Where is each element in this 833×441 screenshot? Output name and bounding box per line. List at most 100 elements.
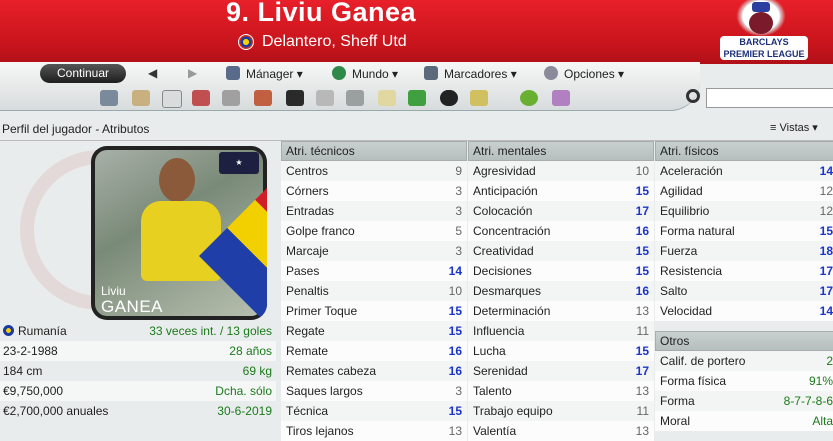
technical-attr-name: Técnica — [286, 404, 329, 418]
info-row-nation: Rumanía 33 veces int. / 13 goles — [0, 321, 276, 341]
staff-icon[interactable] — [346, 90, 364, 106]
home-icon[interactable] — [100, 90, 118, 106]
mental-header: Atri. mentales — [468, 141, 654, 161]
physical-attr-name: Velocidad — [660, 304, 713, 318]
notes-icon[interactable] — [378, 90, 396, 106]
mental-attr-value: 17 — [635, 204, 649, 218]
mental-attr-name: Serenidad — [473, 364, 528, 378]
other-attr-name: Calif. de portero — [660, 354, 746, 368]
caps-goals: 33 veces int. / 13 goles — [149, 324, 272, 338]
physical-attr-row: Salto 17 — [655, 281, 833, 301]
search-box — [686, 88, 833, 108]
technical-attr-name: Primer Toque — [286, 304, 358, 318]
technical-attr-value: 9 — [455, 164, 462, 178]
transfers-icon[interactable] — [254, 90, 272, 106]
weight: 69 kg — [242, 364, 272, 378]
other-attr-row: Forma 8-7-7-8-6 — [655, 391, 833, 411]
technical-attr-name: Centros — [286, 164, 329, 178]
technical-attr-name: Remates cabeza — [286, 364, 377, 378]
physical-attr-row: Resistencia 17 — [655, 261, 833, 281]
mental-attr-value: 15 — [635, 184, 649, 198]
physical-attr-value: 18 — [819, 244, 833, 258]
menu-bookmarks[interactable]: Marcadores ▾ — [424, 66, 517, 81]
pack-badge-icon: ★ — [219, 152, 259, 174]
back-arrow-icon[interactable]: ◀ — [148, 66, 157, 80]
menu-options[interactable]: Opciones ▾ — [544, 66, 624, 81]
mental-attr-name: Decisiones — [473, 264, 532, 278]
training-icon[interactable] — [408, 90, 426, 106]
physical-attr-name: Resistencia — [660, 264, 723, 278]
mental-attr-name: Determinación — [473, 304, 551, 318]
technical-attr-row: Centros 9 — [281, 161, 467, 181]
info-row-wage: €2,700,000 anuales 30-6-2019 — [0, 401, 276, 421]
help-icon[interactable] — [520, 90, 538, 106]
age: 28 años — [229, 344, 272, 358]
views-dropdown[interactable]: ≡ Vistas ▾ — [770, 121, 818, 134]
mental-attr-name: Concentración — [473, 224, 551, 238]
physical-attr-row: Equilibrio 12 — [655, 201, 833, 221]
mental-attr-name: Colocación — [473, 204, 533, 218]
technical-attr-row: Córners 3 — [281, 181, 467, 201]
inbox-icon[interactable] — [132, 90, 150, 106]
header-bar: 9. Liviu Ganea Delantero, Sheff Utd BARC… — [0, 0, 833, 64]
technical-attr-row: Remates cabeza 16 — [281, 361, 467, 381]
mental-attr-value: 11 — [636, 324, 649, 338]
finances-icon[interactable] — [470, 90, 488, 106]
technical-attr-name: Penaltis — [286, 284, 329, 298]
tactics-icon[interactable] — [286, 90, 304, 106]
calendar-icon[interactable] — [192, 90, 210, 106]
forward-arrow-icon[interactable]: ▶ — [188, 66, 197, 80]
other-attr-value: 91% — [808, 374, 833, 388]
menu-manager[interactable]: Mánager ▾ — [226, 66, 303, 81]
physical-attr-name: Fuerza — [660, 244, 698, 258]
physical-attr-row: Fuerza 18 — [655, 241, 833, 261]
news-icon[interactable] — [162, 90, 182, 108]
mental-attr-value: 13 — [635, 304, 649, 318]
trophy-icon[interactable] — [316, 90, 334, 106]
technical-attr-row: Pases 14 — [281, 261, 467, 281]
technical-attr-row: Saques largos 3 — [281, 381, 467, 401]
mental-attr-value: 16 — [635, 284, 649, 298]
club-badge-icon — [238, 33, 254, 50]
physical-attr-name: Agilidad — [660, 184, 703, 198]
mental-attr-value: 13 — [635, 424, 649, 438]
search-input[interactable] — [706, 88, 833, 108]
technical-attributes: Atri. técnicos Centros 9 Córners 3 Entradas 3… — [281, 141, 467, 441]
other-attr-value: Alta — [812, 414, 833, 428]
scouting-icon[interactable] — [440, 90, 458, 106]
squad-icon[interactable] — [222, 90, 240, 106]
continue-button[interactable]: Continuar — [40, 64, 126, 83]
mental-attr-name: Anticipación — [473, 184, 538, 198]
other-attr-name: Moral — [660, 414, 691, 428]
physical-attributes: Atri. físicos Aceleración 14 Agilidad 12 Equ… — [655, 141, 833, 431]
physical-attr-value: 15 — [819, 224, 833, 238]
info-row-value: €9,750,000 Dcha. sólo — [0, 381, 276, 401]
mental-attr-name: Talento — [473, 384, 512, 398]
physical-attr-row: Forma natural 15 — [655, 221, 833, 241]
technical-attr-value: 10 — [448, 284, 462, 298]
mental-attr-name: Trabajo equipo — [473, 404, 553, 418]
technical-attr-name: Remate — [286, 344, 329, 358]
mental-attr-value: 13 — [635, 384, 649, 398]
technical-attr-row: Marcaje 3 — [281, 241, 467, 261]
mental-attr-row: Decisiones 15 — [468, 261, 654, 281]
physical-attr-name: Equilibrio — [660, 204, 710, 218]
technical-attr-name: Entradas — [286, 204, 335, 218]
physical-attr-name: Salto — [660, 284, 688, 298]
info-icon[interactable] — [552, 90, 570, 106]
other-header: Otros — [655, 331, 833, 351]
mental-attr-row: Influencia 11 — [468, 321, 654, 341]
toolbar: Continuar ◀ ▶ Mánager ▾ Mundo ▾ Marcador… — [0, 62, 700, 111]
technical-attr-name: Córners — [286, 184, 329, 198]
menu-world[interactable]: Mundo ▾ — [332, 66, 398, 81]
nation-link[interactable]: Rumanía — [18, 324, 67, 338]
search-icon[interactable] — [686, 89, 700, 103]
technical-attr-row: Golpe franco 5 — [281, 221, 467, 241]
other-attr-row: Calif. de portero 2 — [655, 351, 833, 371]
technical-attr-value: 15 — [448, 304, 462, 318]
technical-attr-value: 15 — [448, 324, 462, 338]
technical-attr-value: 16 — [448, 344, 462, 358]
mental-attr-row: Concentración 16 — [468, 221, 654, 241]
other-attr-row: Forma física 91% — [655, 371, 833, 391]
mental-attr-value: 15 — [635, 344, 649, 358]
